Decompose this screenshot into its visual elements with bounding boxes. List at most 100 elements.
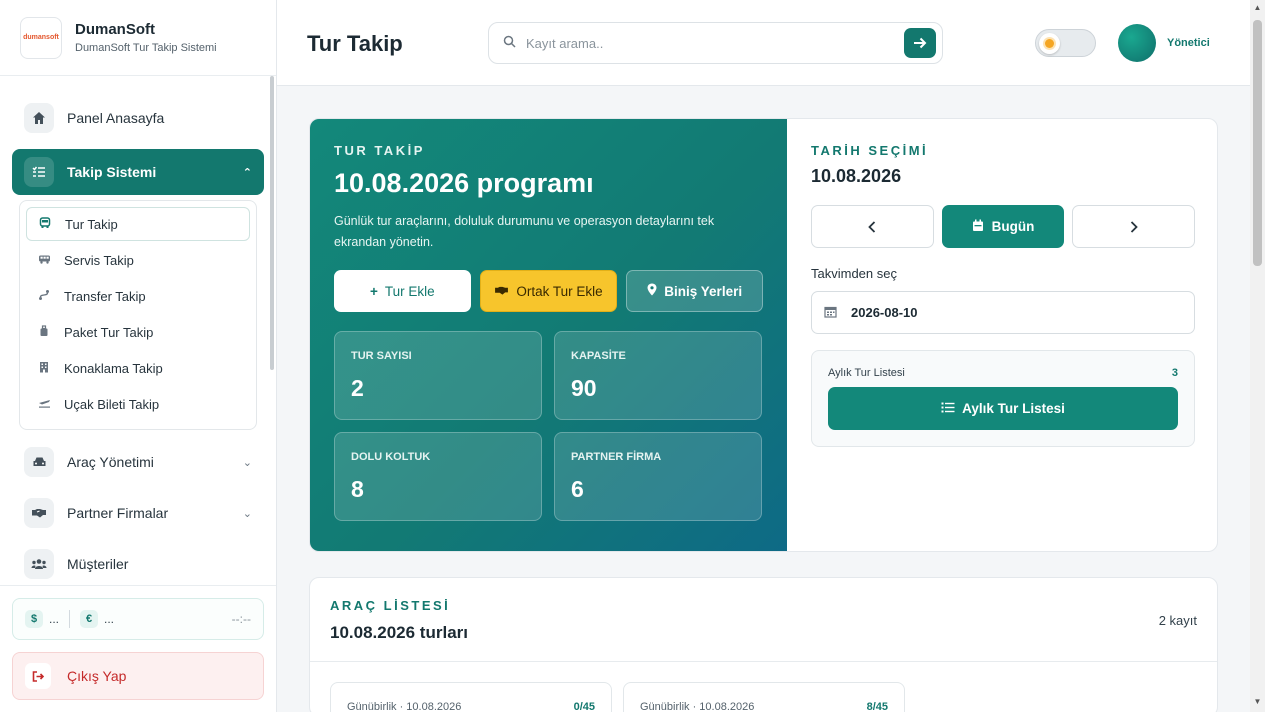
submenu-item-label: Servis Takip: [64, 252, 134, 268]
submenu-item-label: Uçak Bileti Takip: [64, 396, 160, 412]
vehicle-list-eyebrow: ARAÇ LİSTESİ: [330, 598, 451, 613]
sun-icon: [1039, 33, 1060, 54]
vehicle-list-title: 10.08.2026 turları: [330, 623, 468, 642]
currency-updated-time: --:--: [231, 612, 251, 626]
map-pin-icon: [647, 283, 657, 299]
list-check-icon: [24, 157, 54, 187]
users-icon: [24, 549, 54, 579]
route-icon: [38, 289, 58, 304]
monthly-tour-box: Aylık Tur Listesi 3 Aylık Tur Listesi: [811, 350, 1195, 447]
monthly-count: 3: [1171, 367, 1178, 379]
logout-icon: [25, 663, 51, 689]
vehicle-occupancy: 8/45: [866, 701, 888, 712]
calendar-day-icon: [972, 219, 984, 235]
vehicle-card[interactable]: Günübirlik · 10.08.2026 8/45: [623, 682, 905, 712]
bus-icon: [39, 216, 59, 232]
pickup-points-button[interactable]: Biniş Yerleri: [626, 270, 764, 312]
plus-icon: +: [370, 283, 378, 299]
sidebar-item-partner-firms[interactable]: Partner Firmalar ⌄: [12, 493, 264, 533]
submenu-item-transfer-tracking[interactable]: Transfer Takip: [26, 279, 250, 313]
stat-capacity: KAPASİTE 90: [554, 331, 762, 420]
logout-label: Çıkış Yap: [67, 668, 127, 684]
monthly-tour-list-button[interactable]: Aylık Tur Listesi: [828, 387, 1178, 430]
search-submit-button[interactable]: [904, 28, 936, 58]
stat-label: PARTNER FİRMA: [571, 451, 662, 463]
submenu-item-accommodation-tracking[interactable]: Konaklama Takip: [26, 351, 250, 385]
sidebar-item-panel-home[interactable]: Panel Anasayfa: [12, 98, 264, 138]
brand[interactable]: dumansoft DumanSoft DumanSoft Tur Takip …: [0, 0, 276, 76]
vehicle-card[interactable]: Günübirlik · 10.08.2026 0/45: [330, 682, 612, 712]
tracking-submenu: Tur Takip Servis Takip Transfer Takip Pa…: [19, 200, 257, 430]
sidebar-item-label: Takip Sistemi: [67, 164, 157, 180]
brand-name: DumanSoft: [75, 21, 155, 38]
sidebar-item-label: Partner Firmalar: [67, 505, 169, 521]
date-picker-input[interactable]: 2026-08-10: [811, 291, 1195, 334]
stat-occupied-seats: DOLU KOLTUK 8: [334, 432, 542, 521]
avatar[interactable]: [1118, 24, 1156, 62]
add-joint-tour-button[interactable]: Ortak Tur Ekle: [479, 270, 618, 312]
vehicle-card-label: Günübirlik · 10.08.2026: [640, 701, 755, 712]
currency-widget[interactable]: $ ... € ... --:--: [12, 598, 264, 640]
van-icon: [38, 253, 58, 267]
next-day-button[interactable]: [1072, 205, 1196, 248]
chevron-up-icon: ⌃: [242, 166, 252, 179]
scroll-up-arrow-icon[interactable]: ▲: [1253, 3, 1262, 12]
add-tour-label: Tur Ekle: [384, 283, 435, 299]
scroll-thumb[interactable]: [1253, 20, 1262, 266]
date-picker-value: 2026-08-10: [851, 305, 918, 320]
usd-rate: ...: [49, 612, 60, 626]
monthly-tour-list-label: Aylık Tur Listesi: [962, 401, 1065, 416]
theme-toggle[interactable]: [1035, 29, 1096, 57]
scroll-down-arrow-icon[interactable]: ▼: [1253, 697, 1262, 706]
plane-icon: [38, 397, 58, 411]
calendar-icon: [824, 305, 837, 321]
currency-divider: [69, 610, 71, 628]
submenu-item-label: Tur Takip: [65, 216, 118, 232]
stat-value: 8: [351, 476, 364, 502]
calendar-label: Takvimden seç: [811, 266, 897, 281]
today-label: Bugün: [991, 219, 1035, 234]
search-input[interactable]: [526, 35, 904, 51]
home-icon: [24, 103, 54, 133]
handshake-icon: [494, 284, 509, 299]
submenu-item-package-tour-tracking[interactable]: Paket Tur Takip: [26, 315, 250, 349]
stat-label: TUR SAYISI: [351, 350, 412, 362]
logout-button[interactable]: Çıkış Yap: [12, 652, 264, 700]
hotel-icon: [38, 361, 58, 376]
submenu-item-label: Paket Tur Takip: [64, 324, 154, 340]
previous-day-button[interactable]: [811, 205, 934, 248]
hero-description: Günlük tur araçlarını, doluluk durumunu …: [334, 214, 715, 249]
page-scrollbar[interactable]: ▲ ▼: [1250, 0, 1265, 712]
page-title: Tur Takip: [307, 31, 403, 56]
top-header: Tur Takip Yönetici: [277, 0, 1250, 86]
stat-value: 90: [571, 375, 597, 401]
sidebar-footer: $ ... € ... --:-- Çıkış Yap: [0, 585, 276, 712]
vehicle-occupancy: 0/45: [573, 701, 595, 712]
stats-grid: TUR SAYISI 2 KAPASİTE 90 DOLU KOLTUK 8 P…: [334, 331, 763, 521]
monthly-label: Aylık Tur Listesi: [828, 367, 905, 379]
stat-tour-count: TUR SAYISI 2: [334, 331, 542, 420]
search-icon: [503, 35, 516, 51]
stat-label: DOLU KOLTUK: [351, 451, 431, 463]
chevron-left-icon: [868, 220, 876, 233]
sidebar-item-tracking-system[interactable]: Takip Sistemi ⌃: [12, 149, 264, 195]
user-name[interactable]: Yönetici: [1167, 37, 1210, 49]
sidebar-item-customers[interactable]: Müşteriler: [12, 544, 264, 584]
stat-label: KAPASİTE: [571, 350, 626, 362]
submenu-item-label: Transfer Takip: [64, 288, 146, 304]
submenu-item-flight-ticket-tracking[interactable]: Uçak Bileti Takip: [26, 387, 250, 421]
search-box: [488, 22, 943, 64]
today-button[interactable]: Bugün: [941, 205, 1065, 248]
sidebar-scrollbar[interactable]: [270, 76, 274, 370]
stat-value: 6: [571, 476, 584, 502]
sidebar-item-vehicle-management[interactable]: Araç Yönetimi ⌄: [12, 442, 264, 482]
selected-date: 10.08.2026: [811, 166, 902, 186]
brand-logo: dumansoft: [20, 16, 62, 59]
handshake-icon: [24, 498, 54, 528]
submenu-item-service-tracking[interactable]: Servis Takip: [26, 243, 250, 277]
sidebar-item-label: Araç Yönetimi: [67, 454, 154, 470]
car-icon: [24, 447, 54, 477]
submenu-item-tour-tracking[interactable]: Tur Takip: [26, 207, 250, 241]
add-tour-button[interactable]: + Tur Ekle: [334, 270, 471, 312]
sidebar-nav: Panel Anasayfa Takip Sistemi ⌃ Tur Takip…: [0, 76, 276, 584]
